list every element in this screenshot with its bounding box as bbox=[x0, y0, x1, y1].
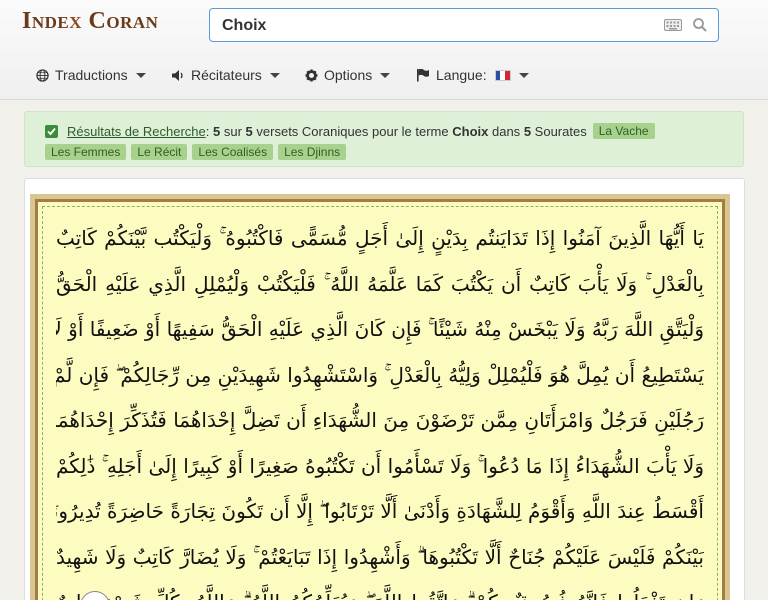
verse-line: بَيْنَكُمْ فَلَيْسَ عَلَيْكُمْ جُنَاحٌ أ… bbox=[56, 544, 704, 569]
search-results-banner: Résultats de Recherche: 5 sur 5 versets … bbox=[24, 111, 744, 167]
search-value: Choix bbox=[222, 17, 267, 34]
chevron-down-icon bbox=[135, 72, 146, 78]
results-link[interactable]: Résultats de Recherche bbox=[67, 124, 206, 139]
reciters-label: Récitateurs bbox=[191, 67, 262, 83]
verse-text: يَا أَيُّهَا الَّذِينَ آمَنُوا إِذَا تَد… bbox=[56, 216, 704, 600]
verse-line: رَجُلَيْنِ فَرَجُلٌ وَامْرَأَتَانِ مِمَّ… bbox=[56, 408, 704, 432]
verse-line: وَلَا يَأْبَ الشُّهَدَاءُ إِذَا مَا دُعُ… bbox=[56, 453, 704, 478]
options-menu[interactable]: Options bbox=[305, 64, 391, 86]
verse-line: أَقْسَطُ عِندَ اللَّهِ وَأَقْوَمُ لِلشَّ… bbox=[56, 499, 704, 523]
language-menu[interactable]: Langue: bbox=[416, 64, 529, 86]
chevron-down-icon bbox=[518, 72, 529, 78]
surah-tag[interactable]: Les Coalisés bbox=[192, 144, 274, 160]
logo[interactable]: Index Coran bbox=[22, 8, 158, 35]
verse-line: يَا أَيُّهَا الَّذِينَ آمَنُوا إِذَا تَد… bbox=[56, 226, 704, 250]
chevron-down-icon bbox=[380, 72, 391, 78]
logo-x: x bbox=[69, 8, 83, 34]
gear-icon bbox=[305, 68, 318, 82]
surah-tag[interactable]: Les Djinns bbox=[278, 144, 347, 160]
verse-line: يَسْتَطِيعُ أَن يُمِلَّ هُوَ فَلْيُمْلِل… bbox=[56, 362, 704, 387]
verse-line: وَلْيَتَّقِ اللَّهَ رَبَّهُ وَلَا يَبْخَ… bbox=[56, 317, 704, 341]
language-label: Langue: bbox=[436, 67, 487, 83]
translations-menu[interactable]: Traductions bbox=[36, 64, 146, 86]
chevron-down-icon bbox=[269, 72, 280, 78]
mushaf-page: يَا أَيُّهَا الَّذِينَ آمَنُوا إِذَا تَد… bbox=[30, 194, 730, 600]
surah-tag[interactable]: Le Récit bbox=[131, 144, 188, 160]
check-icon bbox=[45, 124, 58, 138]
surah-tag[interactable]: La Vache bbox=[592, 123, 655, 139]
header: Index Coran Choix Traductions Récitateur… bbox=[0, 0, 768, 100]
reciters-menu[interactable]: Récitateurs bbox=[171, 64, 280, 86]
verse-line: وَإِن تَفْعَلُوا فَإِنَّهُ فُسُوقٌ بِكُم… bbox=[56, 580, 704, 600]
options-label: Options bbox=[324, 67, 373, 83]
logo-text-1: Inde bbox=[22, 8, 70, 34]
logo-text-2: Coran bbox=[82, 8, 159, 34]
speaker-icon bbox=[172, 69, 183, 81]
surah-tag[interactable]: Les Femmes bbox=[45, 144, 127, 160]
verse-line: بِالْعَدْلِ ۚ وَلَا يَأْبَ كَاتِبٌ أَن ي… bbox=[56, 271, 704, 296]
french-flag-icon bbox=[494, 69, 511, 81]
search-term: Choix bbox=[452, 123, 489, 139]
keyboard-icon[interactable] bbox=[664, 18, 682, 36]
translations-label: Traductions bbox=[55, 67, 128, 83]
globe-icon bbox=[36, 68, 49, 82]
search-input[interactable]: Choix bbox=[209, 8, 719, 42]
flag-icon bbox=[417, 68, 429, 82]
search-icon[interactable] bbox=[692, 17, 708, 38]
quran-panel: يَا أَيُّهَا الَّذِينَ آمَنُوا إِذَا تَد… bbox=[24, 178, 745, 600]
results-summary: Résultats de Recherche: 5 sur 5 versets … bbox=[45, 123, 660, 139]
surah-tag-list: Les Femmes Le Récit Les Coalisés Les Dji… bbox=[45, 144, 351, 160]
